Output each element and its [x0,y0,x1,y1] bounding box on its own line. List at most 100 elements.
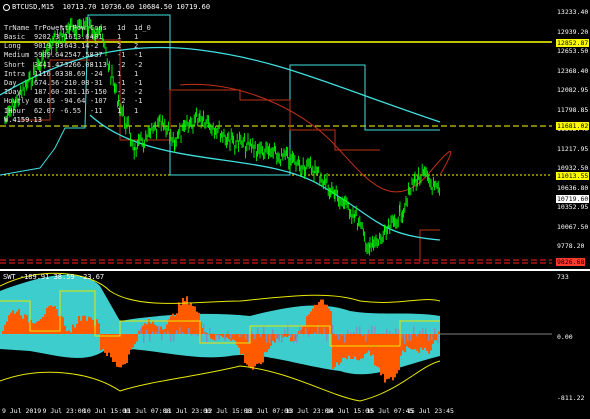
histogram-bar [98,323,100,334]
table-cell: -31 [90,79,103,87]
table-cell: 674.56 [34,79,60,87]
histogram-bar [372,334,374,355]
histogram-bar [138,330,140,334]
histogram-bar-secondary [167,331,169,334]
price-tick: 12082.95 [557,86,589,94]
histogram-bar-secondary [323,327,325,334]
histogram-bar [112,334,114,362]
histogram-bar [78,315,80,334]
histogram-bar [308,314,310,334]
histogram-bar-secondary [251,331,253,334]
symbol-label: BTCUSD,M15 [12,3,55,11]
table-cell: 68.05 [34,97,56,106]
histogram-bar-secondary [161,334,163,341]
histogram-bar-secondary [149,334,151,342]
table-cell: IHour [4,106,26,115]
histogram-bar [144,323,146,334]
histogram-bar-secondary [398,329,400,334]
price-tick: 10932.50 [557,164,589,172]
histogram-bar-secondary [170,334,172,342]
histogram-bar [110,334,112,358]
histogram-bar [284,334,286,337]
histogram-bar [174,316,176,334]
histogram-bar [378,334,380,368]
histogram-bar [160,326,162,334]
table-cell: -6.55 [60,106,82,115]
indicator-tick: 733 [557,273,569,281]
histogram-bar [72,324,74,334]
histogram-bar [422,334,424,350]
table-cell: -2 [134,60,143,69]
histogram-bar [310,311,312,334]
histogram-bar [226,334,228,338]
histogram-bar-secondary [263,325,265,334]
histogram-bar [212,334,214,340]
histogram-bar [424,334,426,348]
histogram-bar [32,323,34,334]
histogram-bar-secondary [416,334,418,337]
histogram-bar [420,334,422,348]
histogram-bar [4,324,6,334]
histogram-bar-secondary [386,328,388,334]
histogram-bar [192,306,194,334]
table-cell: 1 [134,69,139,78]
histogram-bar-secondary [152,331,154,334]
histogram-bar [414,334,416,349]
histogram-bar [320,299,322,334]
table-cell: Medium [4,51,30,60]
histogram-bar-secondary [272,329,274,334]
histogram-bar [96,319,98,334]
histogram-bar-secondary [428,334,430,342]
swt-indicator-chart[interactable] [0,271,552,405]
histogram-bar [190,302,192,334]
table-header-cell: 1d_0 [134,24,151,32]
histogram-bar [438,331,440,334]
histogram-bar [368,334,370,351]
histogram-bar [104,334,106,353]
histogram-bar [130,334,132,350]
histogram-bar [88,316,90,334]
histogram-bar-secondary [314,332,316,334]
histogram-bar-secondary [143,334,145,343]
histogram-bar-secondary [197,334,199,337]
histogram-bar [382,334,384,374]
indicator-tick: -811.22 [557,394,585,402]
table-cell: -81 [90,33,103,41]
histogram-bar [370,334,372,356]
histogram-bar [288,334,290,336]
histogram-bar [412,334,414,350]
histogram-bar-secondary [353,331,355,334]
table-cell: -2 [117,60,126,69]
histogram-bar [134,334,136,345]
histogram-bar [64,325,66,334]
histogram-bar [302,325,304,334]
histogram-bar-secondary [377,333,379,334]
time-tick: 9 Jul 2019 [2,407,42,415]
histogram-bar [10,312,12,334]
histogram-bar [220,334,222,336]
histogram-bar-secondary [158,325,160,334]
histogram-bar [114,334,116,362]
histogram-bar-secondary [242,334,244,335]
table-cell: 1 [117,106,122,115]
histogram-bar [418,334,420,353]
histogram-bar-secondary [356,326,358,334]
histogram-bar [208,334,210,335]
histogram-bar [136,334,138,342]
histogram-bar [92,319,94,334]
price-tick: 12653.50 [557,47,589,55]
histogram-bar [396,334,398,374]
histogram-bar-secondary [431,334,433,341]
histogram-bar [48,306,50,334]
histogram-bar-secondary [305,328,307,334]
table-cell: 1 [117,69,122,78]
histogram-bar-secondary [212,333,214,334]
table-cell: -1613.64 [60,33,94,41]
table-cell: 2 [134,42,139,51]
price-tick: 12939.20 [557,27,589,36]
price-tick: 11217.95 [557,144,589,153]
histogram-bar-secondary [233,334,235,336]
histogram-bar-secondary [164,331,166,334]
histogram-bar [54,306,56,334]
histogram-bar-secondary [374,326,376,334]
